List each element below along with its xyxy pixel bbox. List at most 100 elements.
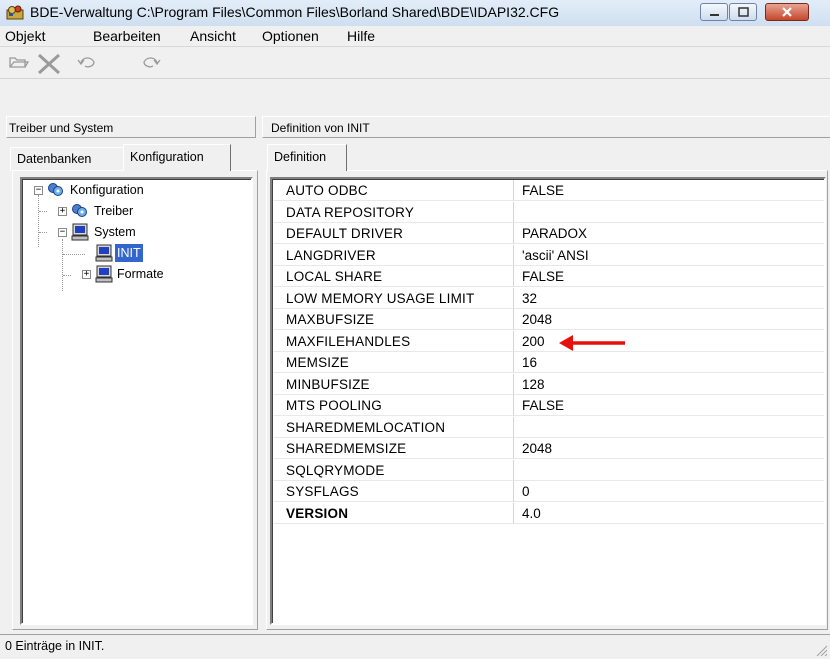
- tree-line: [39, 232, 47, 233]
- menu-bearbeiten[interactable]: Bearbeiten: [93, 28, 161, 44]
- grid-row[interactable]: LOW MEMORY USAGE LIMIT 32: [274, 287, 824, 309]
- parameter-name: MEMSIZE: [274, 352, 514, 373]
- parameter-value[interactable]: 128: [514, 374, 824, 395]
- tree-label-selected: INIT: [115, 244, 143, 262]
- parameter-value[interactable]: 'ascii' ANSI: [514, 245, 824, 266]
- parameter-value[interactable]: 4.0: [514, 503, 824, 524]
- parameter-name: SYSFLAGS: [274, 481, 514, 502]
- parameter-value[interactable]: [514, 417, 824, 438]
- resize-grip-icon[interactable]: [814, 643, 828, 657]
- tree-line: [63, 254, 85, 255]
- grid-row[interactable]: MAXBUFSIZE 2048: [274, 309, 824, 330]
- tree-label: Formate: [117, 267, 164, 281]
- grid-row[interactable]: AUTO ODBC FALSE: [274, 180, 824, 201]
- collapse-toggle[interactable]: −: [34, 186, 43, 195]
- grid-row[interactable]: SHAREDMEMSIZE 2048: [274, 438, 824, 459]
- delete-icon[interactable]: [36, 53, 62, 75]
- grid-row[interactable]: LOCAL SHARE FALSE: [274, 266, 824, 287]
- tab-definition[interactable]: Definition: [267, 144, 347, 171]
- computer-icon: [95, 244, 113, 262]
- maximize-icon: [738, 7, 749, 17]
- parameter-name: MAXBUFSIZE: [274, 309, 514, 330]
- parameter-value[interactable]: 0: [514, 481, 824, 502]
- tree-line: [39, 211, 47, 212]
- computer-icon: [71, 223, 89, 241]
- parameter-name: LANGDRIVER: [274, 244, 514, 266]
- tree-line: [38, 195, 39, 247]
- parameter-name: VERSION: [274, 502, 514, 524]
- parameter-value[interactable]: PARADOX: [514, 223, 824, 244]
- config-icon: [48, 183, 63, 196]
- definition-grid[interactable]: AUTO ODBC FALSE DATA REPOSITORY DEFAULT DRI…: [270, 177, 826, 625]
- right-pane-header: Definition von INIT: [262, 116, 830, 138]
- parameter-value[interactable]: 16: [514, 352, 824, 373]
- toolbar: [0, 46, 830, 77]
- open-icon[interactable]: [8, 53, 30, 71]
- parameter-name: SHAREDMEMLOCATION: [274, 416, 514, 438]
- grid-row[interactable]: MINBUFSIZE 128: [274, 373, 824, 395]
- undo-icon[interactable]: [76, 53, 98, 71]
- title-bar[interactable]: BDE-Verwaltung C:\Program Files\Common F…: [0, 0, 830, 27]
- close-button[interactable]: [765, 3, 809, 21]
- tab-datenbanken[interactable]: Datenbanken: [10, 147, 124, 171]
- left-pane-header: Treiber und System: [6, 116, 256, 138]
- parameter-name: MTS POOLING: [274, 395, 514, 416]
- parameter-name: SHAREDMEMSIZE: [274, 438, 514, 459]
- grid-row[interactable]: VERSION 4.0: [274, 502, 824, 524]
- parameter-value[interactable]: [514, 202, 824, 223]
- grid-row[interactable]: DEFAULT DRIVER PARADOX: [274, 223, 824, 244]
- status-bar: 0 Einträge in INIT.: [0, 634, 830, 659]
- bde-window: BDE-Verwaltung C:\Program Files\Common F…: [0, 0, 830, 659]
- parameter-name: AUTO ODBC: [274, 180, 514, 201]
- menu-objekt[interactable]: Objekt: [5, 28, 45, 44]
- parameter-name: DEFAULT DRIVER: [274, 223, 514, 244]
- grid-row[interactable]: MEMSIZE 16: [274, 352, 824, 373]
- grid-row[interactable]: SQLQRYMODE: [274, 459, 824, 481]
- collapse-toggle[interactable]: −: [58, 228, 67, 237]
- parameter-value[interactable]: FALSE: [514, 395, 824, 416]
- parameter-value[interactable]: FALSE: [514, 266, 824, 287]
- minimize-button[interactable]: [700, 3, 728, 21]
- minimize-icon: [710, 14, 719, 16]
- tab-konfiguration[interactable]: Konfiguration: [123, 144, 231, 171]
- red-arrow-annotation: [559, 335, 625, 351]
- bde-app-icon: [6, 5, 24, 20]
- status-text: 0 Einträge in INIT.: [5, 639, 105, 653]
- tree-label: Treiber: [94, 204, 134, 218]
- grid-row[interactable]: SHAREDMEMLOCATION: [274, 416, 824, 438]
- tree-line: [63, 275, 71, 276]
- parameter-value[interactable]: [514, 460, 824, 481]
- maximize-button[interactable]: [729, 3, 757, 21]
- driver-icon: [72, 204, 87, 217]
- menu-bar: Objekt Bearbeiten Ansicht Optionen Hilfe: [0, 26, 830, 46]
- parameter-value[interactable]: 2048: [514, 438, 824, 459]
- menu-hilfe[interactable]: Hilfe: [347, 28, 375, 44]
- grid-row[interactable]: MAXFILEHANDLES 200: [274, 330, 824, 352]
- parameter-name: LOCAL SHARE: [274, 266, 514, 287]
- parameter-name: MAXFILEHANDLES: [274, 330, 514, 352]
- computer-icon: [95, 265, 113, 283]
- toolbar-divider: [0, 78, 830, 79]
- tree-label: Konfiguration: [70, 183, 144, 197]
- parameter-name: DATA REPOSITORY: [274, 201, 514, 223]
- parameter-name: SQLQRYMODE: [274, 459, 514, 481]
- menu-ansicht[interactable]: Ansicht: [190, 28, 236, 44]
- parameter-value[interactable]: 32: [514, 288, 824, 309]
- close-icon: [782, 7, 792, 17]
- grid-row[interactable]: LANGDRIVER'ascii' ANSI: [274, 244, 824, 266]
- expand-toggle[interactable]: +: [82, 270, 91, 279]
- parameter-value[interactable]: 2048: [514, 309, 824, 330]
- grid-row[interactable]: MTS POOLING FALSE: [274, 395, 824, 416]
- redo-icon[interactable]: [140, 53, 162, 71]
- parameter-name: MINBUFSIZE: [274, 373, 514, 395]
- parameter-name: LOW MEMORY USAGE LIMIT: [274, 287, 514, 309]
- expand-toggle[interactable]: +: [58, 207, 67, 216]
- window-title: BDE-Verwaltung C:\Program Files\Common F…: [30, 4, 560, 20]
- tree-label: System: [94, 225, 136, 239]
- tree-line: [62, 239, 63, 291]
- grid-row[interactable]: DATA REPOSITORY: [274, 201, 824, 223]
- parameter-value[interactable]: FALSE: [514, 180, 824, 201]
- grid-row[interactable]: SYSFLAGS 0: [274, 481, 824, 502]
- tree-view[interactable]: − Konfiguration + Treiber − System INIT …: [20, 177, 253, 625]
- menu-optionen[interactable]: Optionen: [262, 28, 319, 44]
